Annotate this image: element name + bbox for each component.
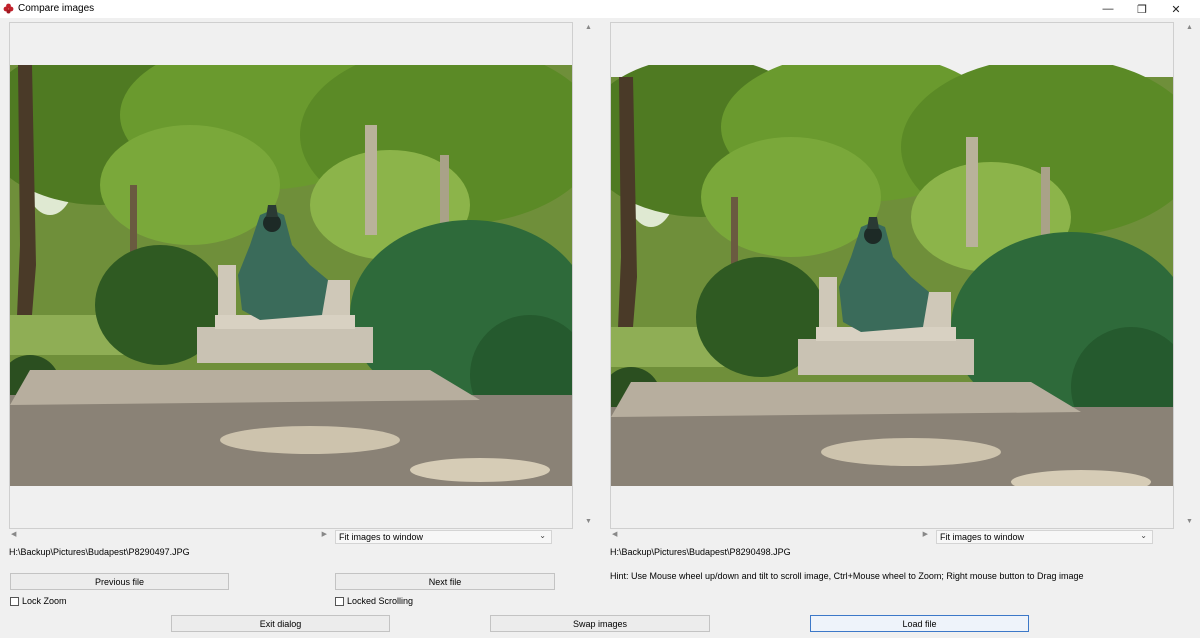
swap-images-button[interactable]: Swap images bbox=[490, 615, 710, 632]
load-file-button[interactable]: Load file bbox=[810, 615, 1029, 632]
left-zoom-select[interactable]: Fit images to window ⌄ bbox=[335, 530, 552, 544]
scroll-right-arrow-icon[interactable]: ▶ bbox=[322, 530, 327, 538]
checkbox-box[interactable] bbox=[10, 596, 19, 606]
minimize-button[interactable]: — bbox=[1091, 0, 1125, 18]
scroll-up-arrow-icon[interactable]: ▲ bbox=[581, 24, 596, 31]
left-image-panel[interactable] bbox=[9, 22, 573, 529]
chevron-down-icon: ⌄ bbox=[1140, 531, 1147, 540]
restore-button[interactable]: ❐ bbox=[1125, 0, 1159, 18]
scroll-down-arrow-icon[interactable]: ▼ bbox=[1182, 518, 1197, 525]
right-vertical-scrollbar[interactable]: ▲ ▼ bbox=[1182, 22, 1197, 527]
close-icon: ✕ bbox=[1171, 3, 1181, 16]
right-image[interactable] bbox=[611, 65, 1173, 486]
locked-scrolling-checkbox[interactable]: Locked Scrolling bbox=[335, 596, 413, 606]
left-file-path: H:\Backup\Pictures\Budapest\P8290497.JPG bbox=[9, 547, 190, 557]
left-horizontal-scrollbar[interactable]: ◀ ▶ bbox=[9, 530, 329, 542]
checkbox-box[interactable] bbox=[335, 596, 344, 606]
hint-text: Hint: Use Mouse wheel up/down and tilt t… bbox=[610, 571, 1084, 581]
right-horizontal-scrollbar[interactable]: ◀ ▶ bbox=[610, 530, 930, 542]
lock-zoom-label: Lock Zoom bbox=[22, 596, 67, 606]
left-vertical-scrollbar[interactable]: ▲ ▼ bbox=[581, 22, 596, 527]
right-zoom-select-value: Fit images to window bbox=[940, 532, 1025, 542]
window-title: Compare images bbox=[18, 3, 95, 14]
locked-scrolling-label: Locked Scrolling bbox=[347, 596, 414, 606]
left-image[interactable] bbox=[10, 65, 572, 486]
scroll-left-arrow-icon[interactable]: ◀ bbox=[11, 530, 16, 538]
close-button[interactable]: ✕ bbox=[1159, 0, 1193, 18]
right-zoom-select[interactable]: Fit images to window ⌄ bbox=[936, 530, 1153, 544]
scroll-left-arrow-icon[interactable]: ◀ bbox=[612, 530, 617, 538]
restore-icon: ❐ bbox=[1137, 3, 1147, 16]
left-zoom-select-value: Fit images to window bbox=[339, 532, 424, 542]
lock-zoom-checkbox[interactable]: Lock Zoom bbox=[10, 596, 67, 606]
scroll-right-arrow-icon[interactable]: ▶ bbox=[923, 530, 928, 538]
red-flower-icon bbox=[3, 3, 14, 14]
title-bar bbox=[0, 0, 1200, 18]
previous-file-button[interactable]: Previous file bbox=[10, 573, 229, 590]
scroll-up-arrow-icon[interactable]: ▲ bbox=[1182, 24, 1197, 31]
exit-dialog-button[interactable]: Exit dialog bbox=[171, 615, 390, 632]
right-image-panel[interactable] bbox=[610, 22, 1174, 529]
chevron-down-icon: ⌄ bbox=[539, 531, 546, 540]
next-file-button[interactable]: Next file bbox=[335, 573, 555, 590]
scroll-down-arrow-icon[interactable]: ▼ bbox=[581, 518, 596, 525]
right-file-path: H:\Backup\Pictures\Budapest\P8290498.JPG bbox=[610, 547, 791, 557]
minimize-icon: — bbox=[1102, 3, 1114, 15]
